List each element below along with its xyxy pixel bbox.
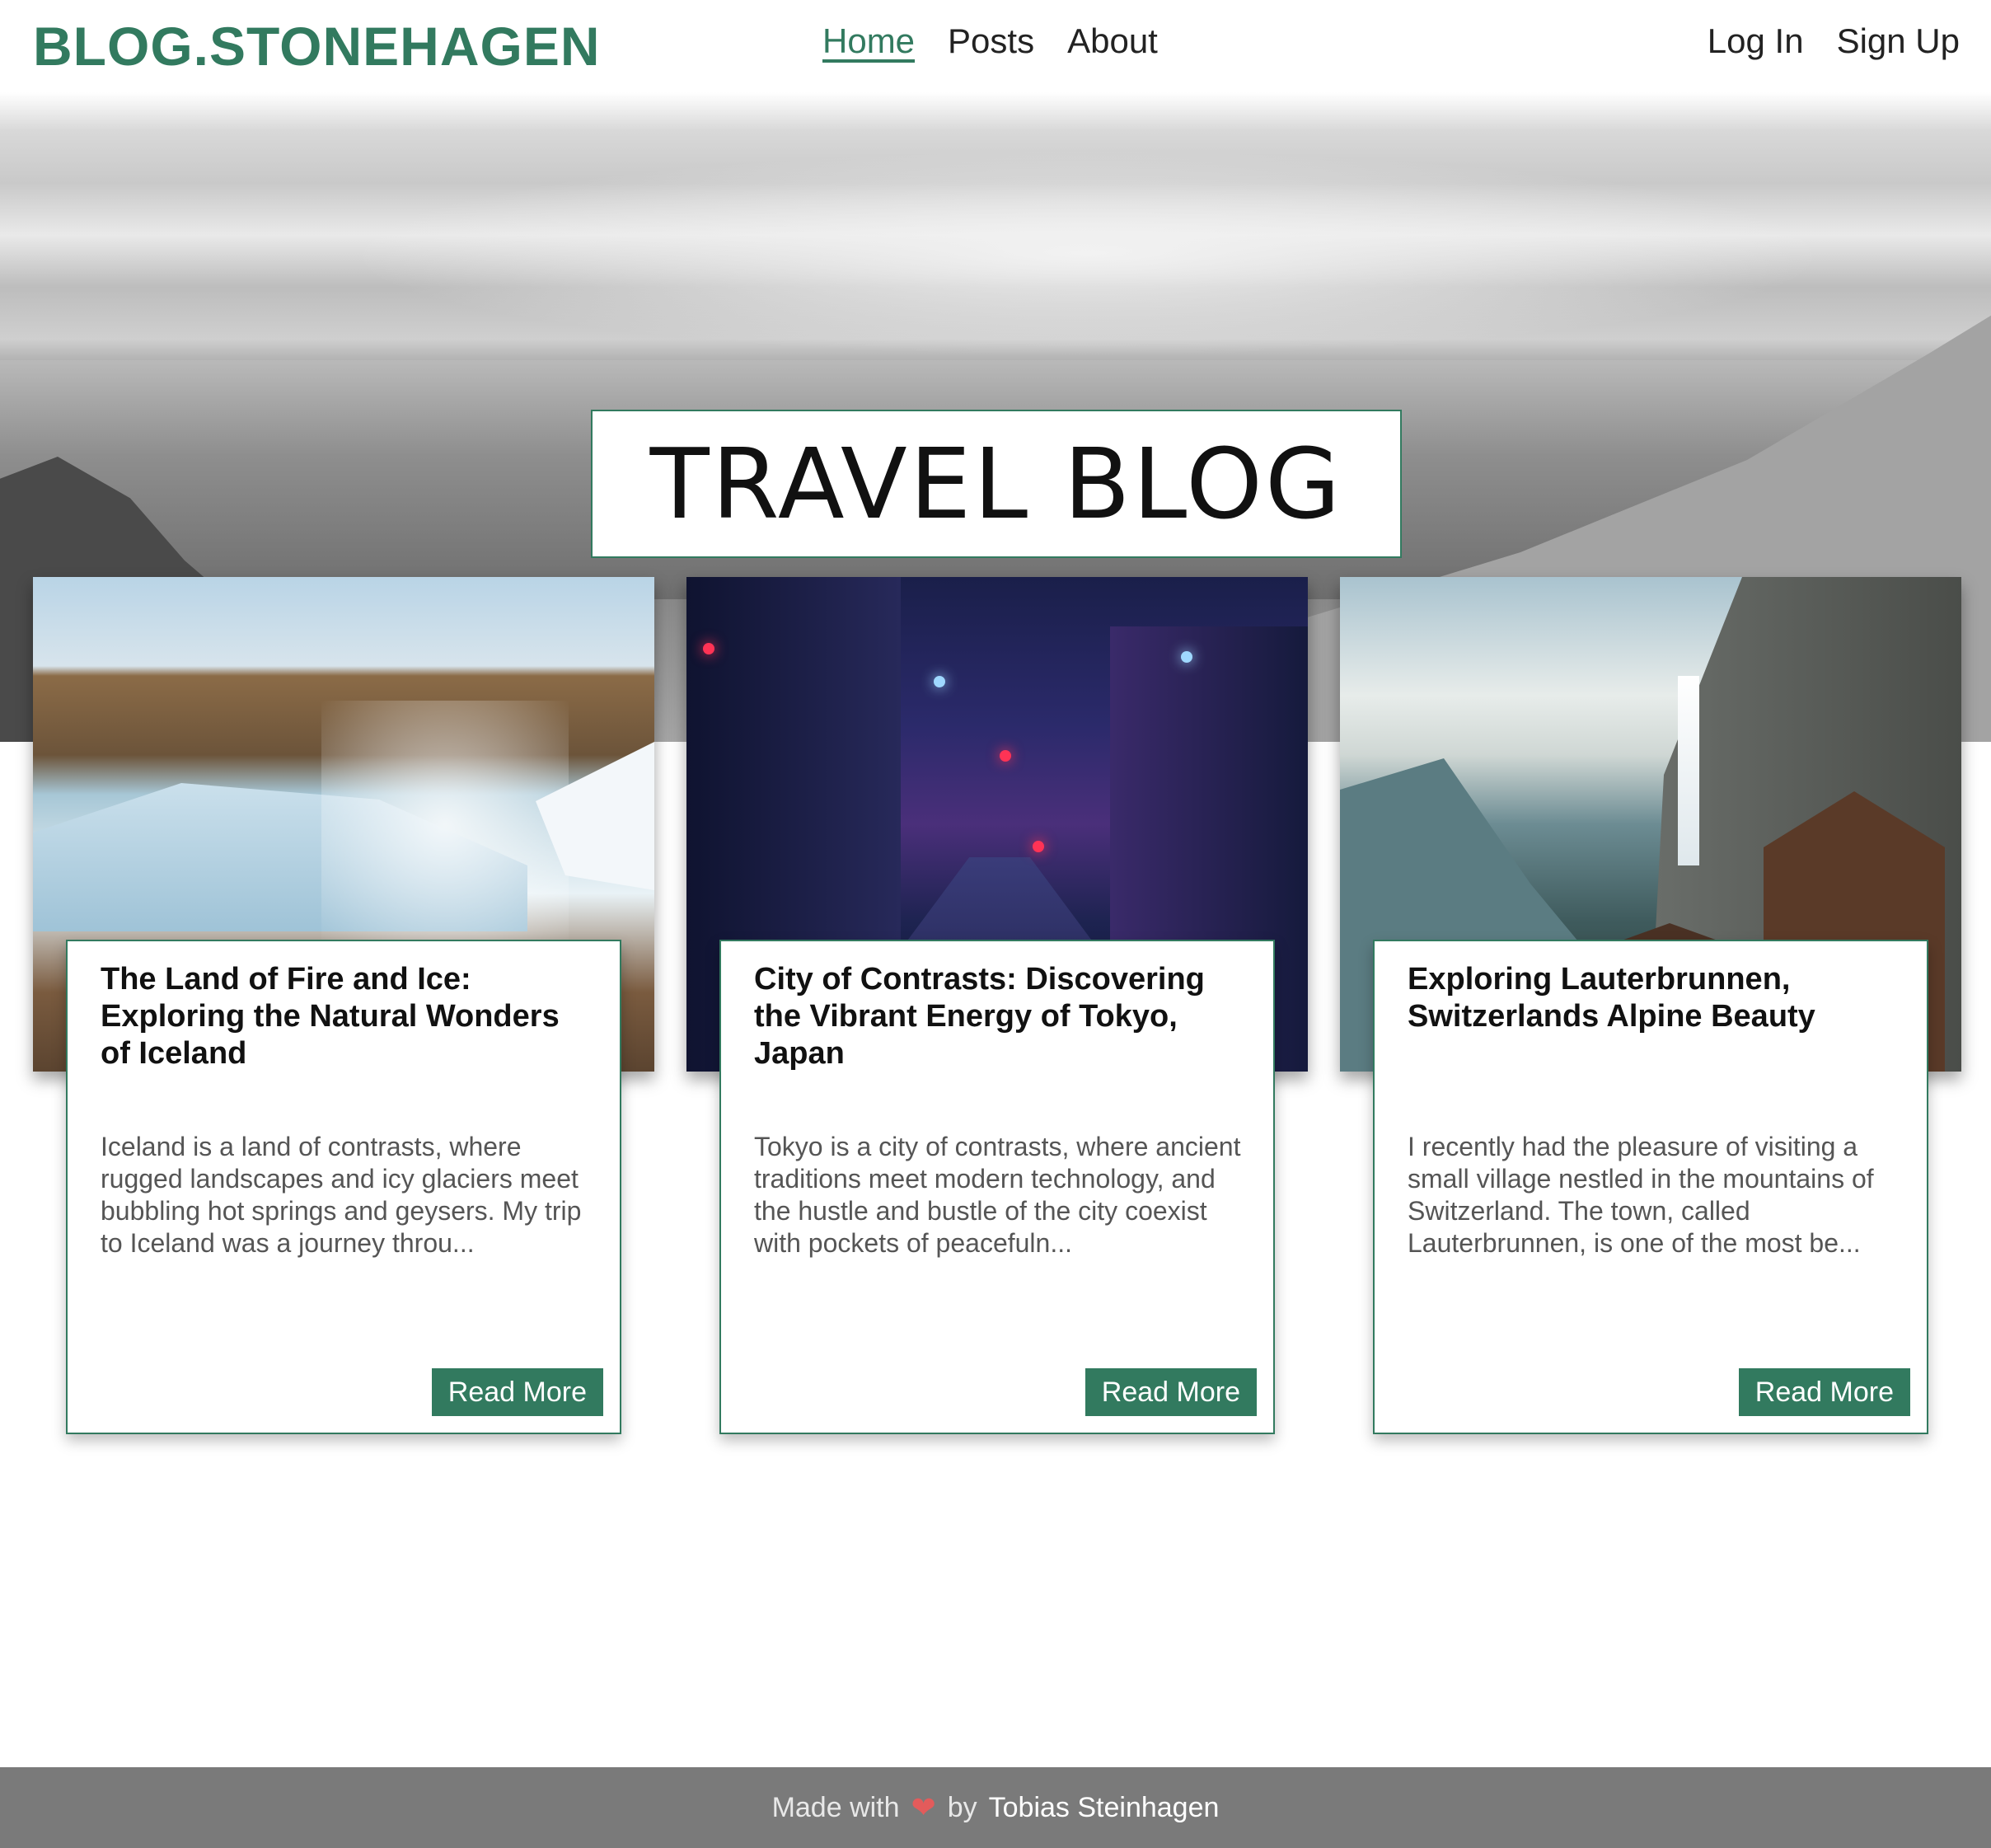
nav-home-link[interactable]: Home <box>822 21 915 61</box>
post-excerpt: I recently had the pleasure of visiting … <box>1408 1132 1874 1258</box>
post-title[interactable]: City of Contrasts: Discovering the Vibra… <box>754 961 1248 1072</box>
post-excerpt: Iceland is a land of contrasts, where ru… <box>101 1132 582 1258</box>
heart-icon: ❤ <box>911 1790 936 1824</box>
hero-title-box: TRAVEL BLOG <box>591 410 1402 558</box>
footer-by: by <box>947 1791 977 1823</box>
image-detail <box>1000 750 1011 762</box>
image-detail <box>703 643 714 654</box>
post-card: The Land of Fire and Ice: Exploring the … <box>33 577 654 1434</box>
page-title: TRAVEL BLOG <box>649 427 1343 541</box>
main-nav: Home Posts About <box>822 21 1158 61</box>
post-card-body: City of Contrasts: Discovering the Vibra… <box>719 940 1275 1434</box>
site-footer: Made with ❤ by Tobias Steinhagen <box>0 1767 1991 1848</box>
footer-made-with: Made with <box>771 1791 900 1823</box>
image-detail <box>1678 676 1699 865</box>
nav-about-link[interactable]: About <box>1067 21 1158 61</box>
read-more-button[interactable]: Read More <box>431 1368 603 1416</box>
read-more-button[interactable]: Read More <box>1085 1368 1257 1416</box>
post-title[interactable]: Exploring Lauterbrunnen, Switzerlands Al… <box>1408 961 1902 1035</box>
image-detail <box>934 676 945 687</box>
read-more-button[interactable]: Read More <box>1738 1368 1910 1416</box>
footer-author: Tobias Steinhagen <box>988 1791 1220 1823</box>
image-detail <box>321 701 569 948</box>
image-detail <box>1181 651 1192 663</box>
auth-links: Log In Sign Up <box>1708 21 1960 61</box>
post-card: City of Contrasts: Discovering the Vibra… <box>686 577 1308 1434</box>
post-card-body: The Land of Fire and Ice: Exploring the … <box>66 940 621 1434</box>
site-logo[interactable]: BLOG.STONEHAGEN <box>33 15 601 77</box>
post-card: Exploring Lauterbrunnen, Switzerlands Al… <box>1340 577 1961 1434</box>
image-detail <box>1033 841 1044 852</box>
post-card-body: Exploring Lauterbrunnen, Switzerlands Al… <box>1373 940 1928 1434</box>
hero-clouds <box>346 150 1829 356</box>
nav-posts-link[interactable]: Posts <box>948 21 1034 61</box>
signup-link[interactable]: Sign Up <box>1837 21 1960 61</box>
post-excerpt: Tokyo is a city of contrasts, where anci… <box>754 1132 1241 1258</box>
login-link[interactable]: Log In <box>1708 21 1804 61</box>
site-header: BLOG.STONEHAGEN Home Posts About Log In … <box>0 0 1991 92</box>
post-title[interactable]: The Land of Fire and Ice: Exploring the … <box>101 961 595 1072</box>
